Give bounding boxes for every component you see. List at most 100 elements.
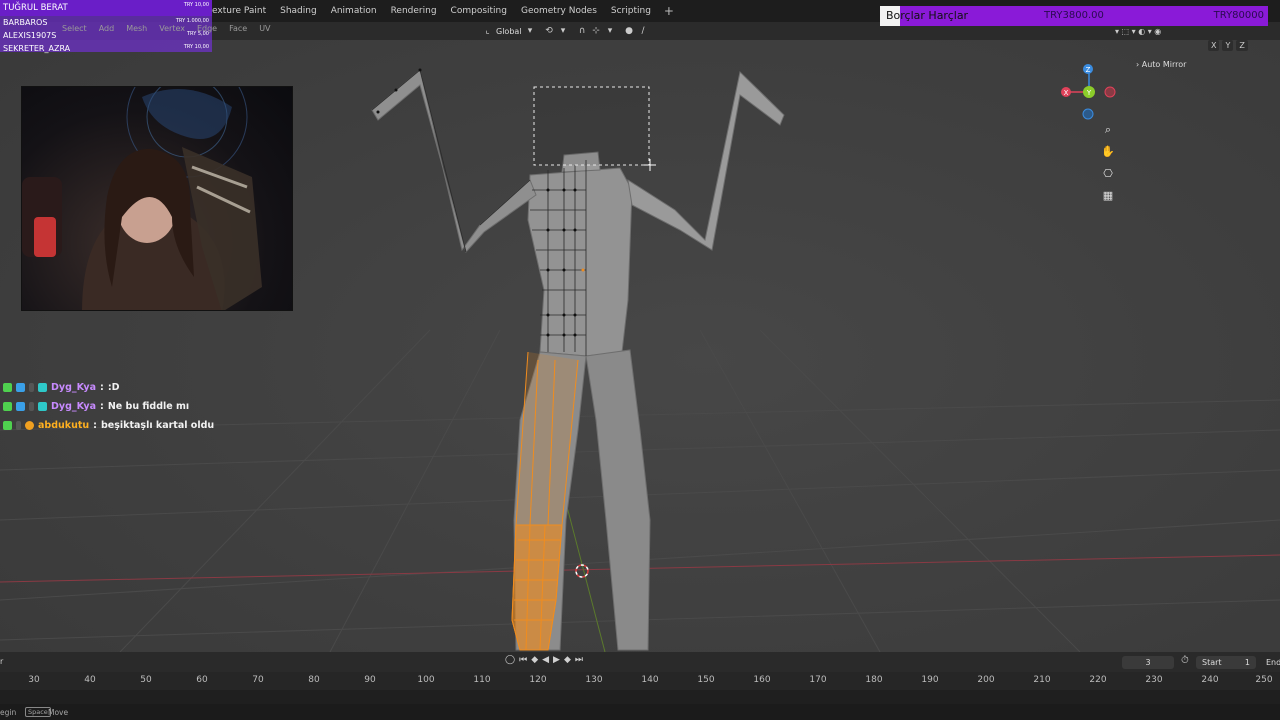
- chat-message: abdukutu : beşiktaşlı kartal oldu: [3, 416, 214, 435]
- orientation-icon: ⌞: [485, 25, 490, 36]
- perspective-grid-icon[interactable]: ▦: [1098, 188, 1118, 204]
- ruler-tick: 70: [252, 675, 264, 685]
- chat-colon: :: [93, 420, 97, 431]
- zoom-icon[interactable]: ⌕: [1098, 122, 1118, 138]
- mirror-x-toggle[interactable]: X: [1208, 40, 1220, 51]
- pan-hand-icon[interactable]: ✋: [1098, 144, 1118, 160]
- ruler-tick: 140: [641, 675, 659, 685]
- start-value: 1: [1244, 658, 1250, 667]
- menu-face[interactable]: Face: [229, 22, 247, 36]
- gift-badge-icon: [38, 402, 47, 411]
- mirror-y-toggle[interactable]: Y: [1222, 40, 1234, 51]
- start-frame-field[interactable]: Start 1: [1196, 656, 1256, 669]
- ruler-tick: 170: [809, 675, 827, 685]
- status-begin: egin: [0, 708, 17, 717]
- ruler-tick: 160: [753, 675, 771, 685]
- end-frame-label[interactable]: End: [1266, 656, 1280, 669]
- jump-start-icon[interactable]: ⏮: [519, 655, 527, 665]
- ruler-tick: 130: [585, 675, 603, 685]
- menu-mesh[interactable]: Mesh: [126, 22, 147, 36]
- proportional-edit[interactable]: ● ∕: [624, 26, 649, 37]
- pivot-dropdown[interactable]: ⟲ ▾: [544, 26, 569, 37]
- chevron-right-icon: ›: [1136, 60, 1140, 69]
- menu-edge[interactable]: Edge: [197, 22, 217, 36]
- goal-title: Borçlar Harçlar: [886, 9, 969, 22]
- ruler-tick: 120: [529, 675, 547, 685]
- prev-keyframe-icon[interactable]: ◆: [531, 655, 538, 665]
- subscriber-badge-icon: [16, 383, 25, 392]
- dot-badge-icon: [29, 383, 34, 392]
- timeline-menu-label[interactable]: r: [0, 657, 3, 666]
- snap-toggle[interactable]: ∩ ⊹ ▾: [577, 26, 616, 37]
- donation-amount: TRY 10,00: [183, 2, 209, 8]
- clock-icon[interactable]: ⏱: [1181, 655, 1189, 666]
- jump-end-icon[interactable]: ⏭: [575, 655, 583, 665]
- camera-view-icon[interactable]: ⎔: [1098, 166, 1118, 182]
- donation-row: SEKRETER_AZRA TRY 10,00: [0, 42, 212, 55]
- menu-vertex[interactable]: Vertex: [159, 22, 185, 36]
- neg-x-axis-handle[interactable]: [1104, 86, 1116, 98]
- neg-z-axis-handle[interactable]: [1082, 108, 1094, 120]
- chat-username: Dyg_Kya: [51, 401, 96, 412]
- menu-uv[interactable]: UV: [259, 22, 270, 36]
- ruler-tick: 240: [1201, 675, 1219, 685]
- tab-animation[interactable]: Animation: [324, 0, 384, 22]
- snap-target-icon: ⊹: [592, 25, 600, 36]
- ruler-tick: 220: [1089, 675, 1107, 685]
- start-label: Start: [1202, 658, 1222, 667]
- ruler-tick: 250: [1255, 675, 1273, 685]
- play-reverse-icon[interactable]: ◀: [542, 655, 549, 665]
- tab-shading[interactable]: Shading: [273, 0, 324, 22]
- tab-geometry-nodes[interactable]: Geometry Nodes: [514, 0, 604, 22]
- kick-badge-icon: [3, 383, 12, 392]
- status-action: Move: [48, 708, 69, 717]
- 3d-cursor[interactable]: [575, 564, 589, 578]
- navigation-gizmo[interactable]: Z X Y: [1058, 58, 1122, 124]
- donor-name: ALEXIS1907S: [3, 31, 57, 40]
- viewport-nav-tools: ⌕ ✋ ⎔ ▦: [1098, 122, 1118, 204]
- ruler-tick: 230: [1145, 675, 1163, 685]
- subscriber-badge-icon: [16, 402, 25, 411]
- chat-colon: :: [100, 401, 104, 412]
- orientation-label: Global: [496, 26, 522, 36]
- workspace-tabs: exture Paint Shading Animation Rendering…: [205, 0, 680, 22]
- ruler-tick: 190: [921, 675, 939, 685]
- goal-target: TRY80000: [1213, 10, 1264, 21]
- donor-name: TUĞRUL BERAT: [3, 3, 68, 13]
- add-workspace-button[interactable]: +: [658, 0, 680, 22]
- chat-message: Dyg_Kya : :D: [3, 378, 214, 397]
- stream-chat: Dyg_Kya : :D Dyg_Kya : Ne bu fiddle mı a…: [3, 378, 214, 435]
- x-axis-label: X: [1064, 89, 1069, 97]
- donor-name: BARBAROS: [3, 18, 48, 27]
- viewport-shading-icons[interactable]: ▾ ⬚ ▾ ◐ ▾ ◉: [1115, 27, 1161, 36]
- chevron-down-icon: ▾: [607, 25, 613, 36]
- mirror-z-toggle[interactable]: Z: [1236, 40, 1248, 51]
- timeline-header: r ◯ ⏮ ◆ ◀ ▶ ◆ ⏭ 3 ⏱ Start 1 End: [0, 652, 1280, 672]
- origin-dot: [581, 268, 585, 272]
- next-keyframe-icon[interactable]: ◆: [564, 655, 571, 665]
- ruler-tick: 110: [473, 675, 491, 685]
- ruler-tick: 200: [977, 675, 995, 685]
- chat-username: abdukutu: [38, 420, 90, 431]
- orientation-dropdown[interactable]: ⌞ Global ▾: [482, 26, 536, 37]
- play-icon[interactable]: ▶: [553, 655, 560, 665]
- ruler-tick: 30: [28, 675, 40, 685]
- transform-tools: ⌞ Global ▾ ⟲ ▾ ∩ ⊹ ▾ ● ∕: [482, 22, 649, 40]
- record-icon[interactable]: ◯: [505, 655, 515, 665]
- menu-add[interactable]: Add: [99, 22, 115, 36]
- tab-rendering[interactable]: Rendering: [384, 0, 444, 22]
- tab-scripting[interactable]: Scripting: [604, 0, 658, 22]
- ruler-tick: 80: [308, 675, 320, 685]
- menu-select[interactable]: Select: [62, 22, 87, 36]
- frame-ruler[interactable]: 30 40 50 60 70 80 90 100 110 120 130 140…: [0, 672, 1280, 690]
- ruler-tick: 100: [417, 675, 435, 685]
- chat-text: Ne bu fiddle mı: [107, 401, 190, 412]
- tab-texture-paint[interactable]: exture Paint: [205, 0, 273, 22]
- kick-badge-icon: [3, 421, 12, 430]
- tab-compositing[interactable]: Compositing: [444, 0, 514, 22]
- auto-mirror-panel[interactable]: › Auto Mirror: [1136, 60, 1186, 69]
- webcam-image: [22, 87, 262, 310]
- chat-username: Dyg_Kya: [51, 382, 96, 393]
- ruler-tick: 180: [865, 675, 883, 685]
- current-frame-field[interactable]: 3: [1122, 656, 1174, 669]
